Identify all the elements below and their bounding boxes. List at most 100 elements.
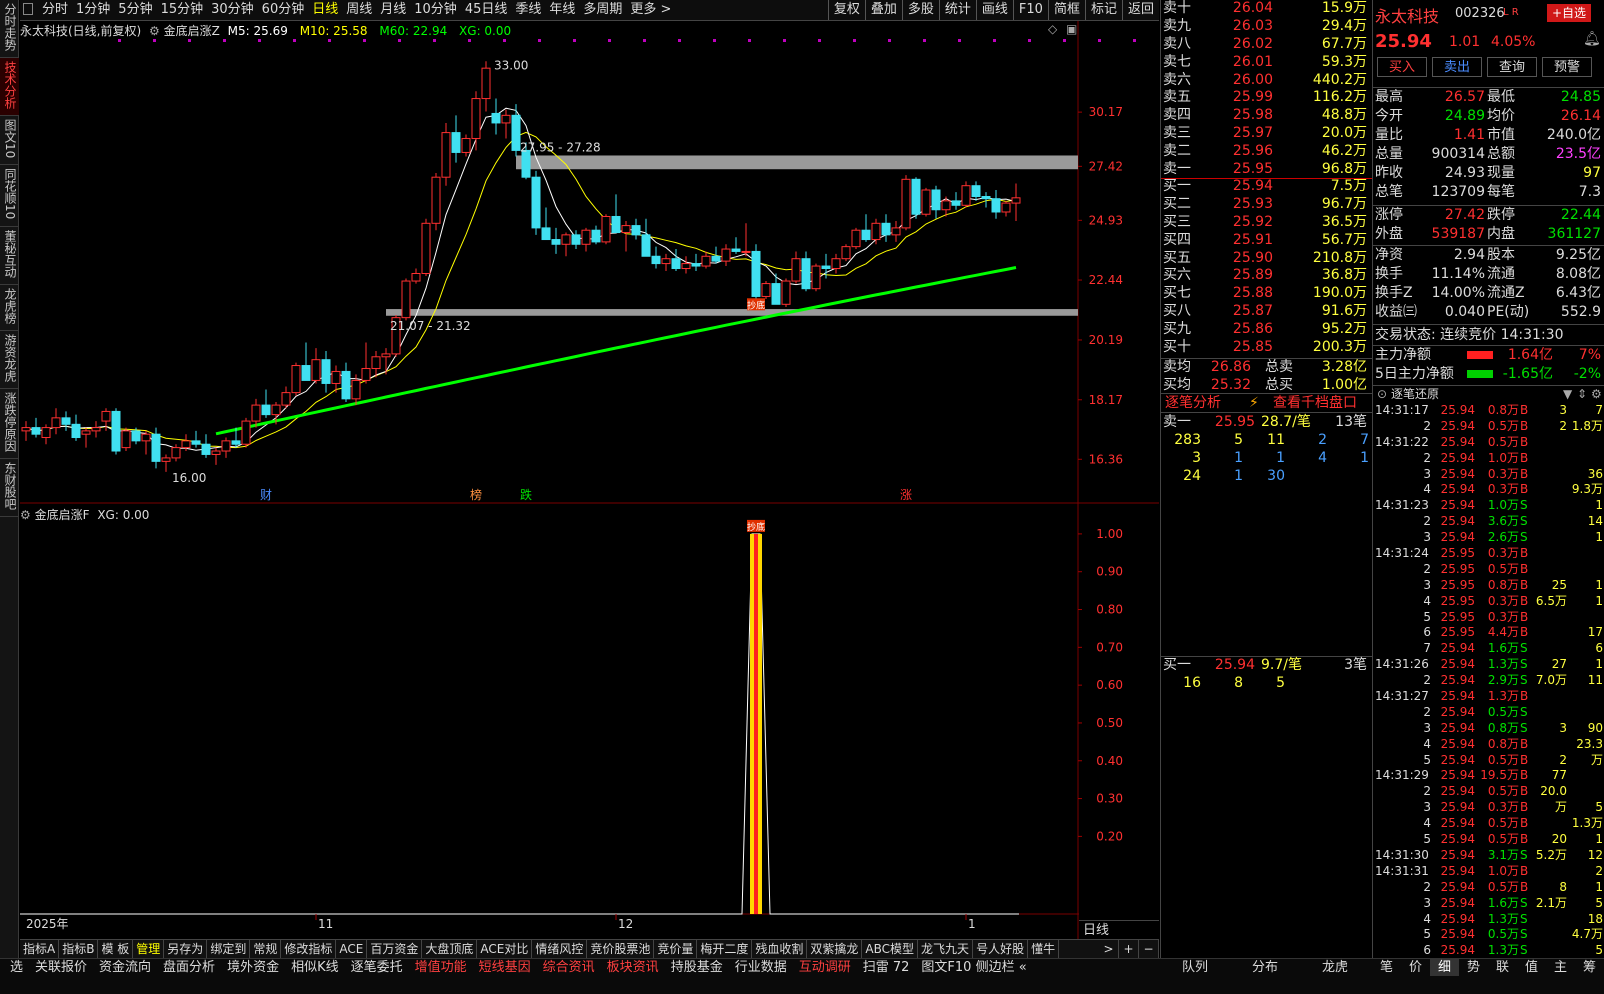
indicator-tab[interactable]: 指标A xyxy=(20,940,60,958)
status-bar-item[interactable]: 短线基因 xyxy=(473,959,537,976)
period-button[interactable]: 年线 xyxy=(545,0,579,20)
book-level[interactable]: 买二 25.93 96.7万 xyxy=(1161,196,1372,214)
period-button[interactable]: 1分钟 xyxy=(72,0,114,20)
status-bar-item[interactable]: 增值功能 xyxy=(409,959,473,976)
kline-chart-svg[interactable]: 30.17 27.42 24.93 22.44 20.19 18.17 16.36 1.00 0… xyxy=(20,21,1159,939)
indicator-tab[interactable]: ACE xyxy=(336,940,368,958)
status-bar-item[interactable]: 资金流向 xyxy=(93,959,157,976)
book-level[interactable]: 买十 25.85 200.3万 xyxy=(1161,339,1372,357)
indicator-tab[interactable]: 龙飞九天 xyxy=(918,940,974,958)
scroll-right-icon[interactable]: > xyxy=(1099,940,1119,958)
indicator-tab[interactable]: 懂牛 xyxy=(1028,940,1060,958)
indicator-settings-icon[interactable]: ⚙ xyxy=(149,24,160,38)
left-tab-item[interactable]: 涨跌停原因 xyxy=(0,389,19,459)
quote-tab[interactable]: 筹 xyxy=(1575,959,1604,976)
period-button[interactable]: 10分钟 xyxy=(410,0,461,20)
book-level[interactable]: 买七 25.88 190.0万 xyxy=(1161,285,1372,303)
indicator-tab[interactable]: 大盘顶底 xyxy=(422,940,478,958)
period-button[interactable]: 月线 xyxy=(376,0,410,20)
book-level[interactable]: 卖五 25.99 116.2万 xyxy=(1161,89,1372,107)
queue-tab[interactable]: 分布 xyxy=(1230,959,1300,976)
status-bar-item[interactable]: 图文F10 侧边栏 « xyxy=(915,959,1032,976)
book-level[interactable]: 卖十 26.04 15.9万 xyxy=(1161,0,1372,18)
tick-analysis-link[interactable]: 逐笔分析 xyxy=(1165,394,1221,412)
sub-indicator-settings-icon[interactable]: ⚙ xyxy=(20,508,31,522)
left-tab-item[interactable]: 龙虎榜 xyxy=(0,285,19,331)
left-tab-item[interactable]: 分时走势 xyxy=(0,0,19,58)
quote-tab[interactable]: 主 xyxy=(1546,959,1575,976)
indicator-tab[interactable]: ABC模型 xyxy=(862,940,919,958)
indicator-tab[interactable]: 双紫擒龙 xyxy=(807,940,863,958)
indicator-tab[interactable]: 模 板 xyxy=(98,940,134,958)
kline-chart-area[interactable]: 30.17 27.42 24.93 22.44 20.19 18.17 16.36 1.00 0… xyxy=(20,21,1159,939)
trade-action-button[interactable]: 买入 xyxy=(1377,57,1427,77)
indicator-tab[interactable]: 常规 xyxy=(250,940,282,958)
tool-button[interactable]: 多股 xyxy=(901,0,939,20)
status-bar-item[interactable]: 相似K线 xyxy=(285,959,345,976)
status-bar-item[interactable]: 盘面分析 xyxy=(157,959,221,976)
quote-tab[interactable]: 价 xyxy=(1401,959,1430,976)
indicator-tab[interactable]: ACE对比 xyxy=(477,940,533,958)
period-button[interactable]: 更多 > xyxy=(626,0,675,20)
queue-tab[interactable]: 龙虎 xyxy=(1300,959,1370,976)
period-button[interactable]: 45日线 xyxy=(461,0,512,20)
status-bar-item[interactable]: 选 xyxy=(4,959,29,976)
tool-button[interactable]: 叠加 xyxy=(864,0,902,20)
left-tab-item[interactable]: 图文10 xyxy=(0,116,19,166)
tool-button[interactable]: F10 xyxy=(1012,0,1048,20)
book-level[interactable]: 买一 25.94 7.5万 xyxy=(1161,178,1372,196)
period-button[interactable]: 30分钟 xyxy=(207,0,258,20)
status-bar-item[interactable]: 逐笔委托 xyxy=(345,959,409,976)
tool-button[interactable]: 返回 xyxy=(1121,0,1159,20)
tool-button[interactable]: 画线 xyxy=(975,0,1013,20)
menu-icon[interactable] xyxy=(23,3,33,15)
minus-icon[interactable]: − xyxy=(1139,940,1159,958)
period-button[interactable]: 分时 xyxy=(38,0,72,20)
book-level[interactable]: 买五 25.90 210.8万 xyxy=(1161,250,1372,268)
left-tab-item[interactable]: 同花顺10 xyxy=(0,165,19,227)
book-level[interactable]: 卖四 25.98 48.8万 xyxy=(1161,107,1372,125)
status-bar-item[interactable]: 行业数据 xyxy=(729,959,793,976)
book-level[interactable]: 买八 25.87 91.6万 xyxy=(1161,303,1372,321)
sort-icon[interactable]: ⇕ xyxy=(1577,386,1587,402)
left-tab-item[interactable]: 游资龙虎 xyxy=(0,331,19,389)
book-level[interactable]: 卖一 25.95 96.8万 xyxy=(1161,161,1372,179)
period-button[interactable]: 5分钟 xyxy=(114,0,156,20)
add-icon[interactable]: + xyxy=(1119,940,1139,958)
status-bar-item[interactable]: 境外资金 xyxy=(221,959,285,976)
indicator-tab[interactable]: 梅开二度 xyxy=(697,940,753,958)
quote-tab[interactable]: 联 xyxy=(1488,959,1517,976)
period-button[interactable]: 周线 xyxy=(342,0,376,20)
status-bar-item[interactable]: 关联报价 xyxy=(29,959,93,976)
book-level[interactable]: 卖六 26.00 440.2万 xyxy=(1161,72,1372,90)
period-button[interactable]: 季线 xyxy=(511,0,545,20)
book-level[interactable]: 买九 25.86 95.2万 xyxy=(1161,321,1372,339)
indicator-tab[interactable]: 修改指标 xyxy=(281,940,337,958)
status-bar-item[interactable]: 板块资讯 xyxy=(601,959,665,976)
thousand-levels-link[interactable]: 查看千档盘口 xyxy=(1273,394,1357,412)
tool-button[interactable]: 标记 xyxy=(1084,0,1122,20)
tool-button[interactable]: 统计 xyxy=(938,0,976,20)
indicator-tab[interactable]: 指标B xyxy=(59,940,99,958)
period-button[interactable]: 日线 xyxy=(308,0,342,20)
period-button[interactable]: 60分钟 xyxy=(258,0,309,20)
quote-tab[interactable]: 势 xyxy=(1459,959,1488,976)
filter-icon[interactable]: ▼ xyxy=(1563,386,1572,402)
trade-action-button[interactable]: 预警 xyxy=(1542,57,1592,77)
period-button[interactable]: 15分钟 xyxy=(157,0,208,20)
add-watchlist-button[interactable]: +自选 xyxy=(1547,4,1591,22)
settings-icon[interactable]: ⚙ xyxy=(1591,386,1602,402)
left-tab-item[interactable]: 董秘互动 xyxy=(0,227,19,285)
indicator-tab[interactable]: 百万资金 xyxy=(367,940,423,958)
trade-action-button[interactable]: 查询 xyxy=(1487,57,1537,77)
collapse-icon[interactable]: ⊙ xyxy=(1377,386,1387,402)
quote-tab[interactable]: 细 xyxy=(1430,959,1459,976)
indicator-tab[interactable]: 残血收割 xyxy=(752,940,808,958)
tool-button[interactable]: 简框 xyxy=(1047,0,1085,20)
book-level[interactable]: 卖九 26.03 29.4万 xyxy=(1161,18,1372,36)
left-tab-item[interactable]: 东财股吧 xyxy=(0,459,19,517)
book-level[interactable]: 卖八 26.02 67.7万 xyxy=(1161,36,1372,54)
indicator-tab[interactable]: 另存为 xyxy=(164,940,208,958)
period-button[interactable]: 多周期 xyxy=(579,0,626,20)
sub-indicator-name[interactable]: 金底启涨F xyxy=(35,508,90,522)
